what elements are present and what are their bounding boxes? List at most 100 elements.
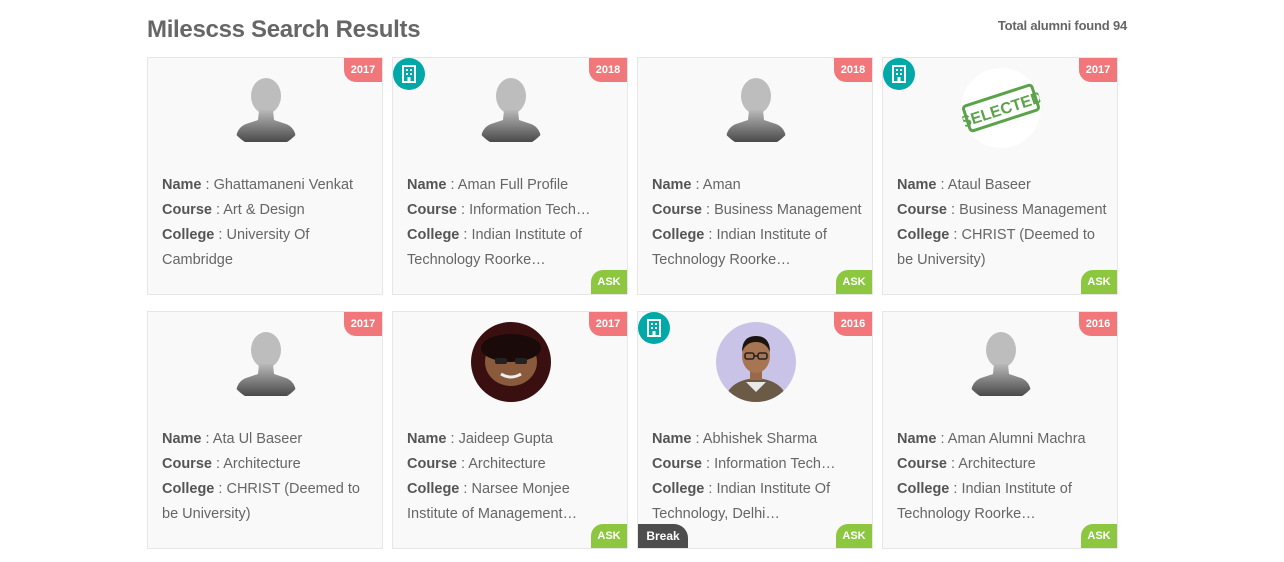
name-label: Name [407, 177, 447, 193]
college-label: College [407, 481, 460, 497]
college-label: College [897, 481, 950, 497]
label-separator: : [214, 227, 227, 243]
alumni-course: Information Tech… [714, 456, 836, 472]
college-line: College : Narsee Monjee [407, 477, 617, 502]
course-line: Course : Art & Design [162, 198, 372, 223]
default-user-icon[interactable] [226, 68, 306, 148]
alumni-name[interactable]: Ataul Baseer [948, 177, 1031, 193]
course-line: Course : Business Management [652, 198, 862, 223]
label-separator: : [456, 202, 470, 218]
alumni-course: Architecture [223, 456, 301, 472]
alumni-info: Name : Ghattamaneni Venkat Course : Art … [162, 173, 372, 273]
college-line: College : Indian Institute of [897, 477, 1107, 502]
ask-button[interactable]: ASK [591, 524, 627, 548]
label-separator: : [704, 227, 717, 243]
college-line: College : Indian Institute of [407, 223, 617, 248]
alumni-name[interactable]: Aman [703, 177, 741, 193]
year-badge: 2017 [589, 312, 627, 336]
college-label: College [162, 227, 215, 243]
college-line: College : University Of [162, 223, 372, 248]
ask-button[interactable]: ASK [836, 524, 872, 548]
alumni-card[interactable]: 2017 Name : Jaideep Gupta Course : Archi… [392, 311, 628, 549]
alumni-name[interactable]: Abhishek Sharma [703, 431, 817, 447]
year-badge: 2017 [1079, 58, 1117, 82]
college-line-2: Technology Roorke… [652, 252, 791, 268]
name-line: Name : Aman Full Profile [407, 173, 617, 198]
course-label: Course [652, 202, 702, 218]
label-separator: : [946, 456, 959, 472]
name-label: Name [162, 431, 202, 447]
selected-stamp-image[interactable]: SELECTED [961, 68, 1041, 148]
default-user-icon[interactable] [961, 322, 1041, 402]
college-line-2: Cambridge [162, 252, 233, 268]
name-label: Name [897, 431, 937, 447]
college-line-2: Technology Roorke… [897, 506, 1036, 522]
alumni-college: Indian Institute Of [716, 481, 831, 497]
label-separator: : [211, 456, 224, 472]
ask-button[interactable]: ASK [591, 270, 627, 294]
course-line: Course : Business Management [897, 198, 1107, 223]
label-separator: : [456, 456, 469, 472]
course-line: Course : Information Tech… [407, 198, 617, 223]
name-line: Name : Aman Alumni Machra [897, 427, 1107, 452]
label-separator: : [211, 202, 224, 218]
alumni-name[interactable]: Aman Full Profile [458, 177, 568, 193]
name-label: Name [652, 431, 692, 447]
profile-photo[interactable] [716, 322, 796, 402]
alumni-card[interactable]: 2018 Name : Aman Course : Business Manag… [637, 57, 873, 295]
default-user-icon[interactable] [471, 68, 551, 148]
name-line: Name : Ghattamaneni Venkat [162, 173, 372, 198]
ask-button[interactable]: ASK [1081, 524, 1117, 548]
ask-button[interactable]: ASK [836, 270, 872, 294]
default-user-icon[interactable] [226, 322, 306, 402]
alumni-card[interactable]: 2017 Name : Ata Ul Baseer Course : Archi… [147, 311, 383, 549]
alumni-college: CHRIST (Deemed to [226, 481, 360, 497]
label-separator: : [201, 431, 213, 447]
college-line-2: be University) [897, 252, 986, 268]
alumni-card[interactable]: SELECTED 2017 Name : Ataul Baseer Course… [882, 57, 1118, 295]
default-user-icon[interactable] [716, 68, 796, 148]
label-separator: : [704, 481, 717, 497]
course-label: Course [897, 202, 947, 218]
alumni-name[interactable]: Aman Alumni Machra [948, 431, 1086, 447]
college-label: College [162, 481, 215, 497]
course-label: Course [652, 456, 702, 472]
name-line: Name : Abhishek Sharma [652, 427, 862, 452]
label-separator: : [214, 481, 227, 497]
label-separator: : [459, 481, 472, 497]
ask-button[interactable]: ASK [1081, 270, 1117, 294]
college-line-2: be University) [162, 506, 251, 522]
college-line-2: Technology, Delhi… [652, 506, 780, 522]
alumni-card[interactable]: 2018 Name : Aman Full Profile Course : I… [392, 57, 628, 295]
building-icon[interactable] [883, 58, 915, 90]
building-icon[interactable] [393, 58, 425, 90]
alumni-course: Architecture [958, 456, 1036, 472]
label-separator: : [201, 177, 214, 193]
alumni-name[interactable]: Ghattamaneni Venkat [214, 177, 353, 193]
total-alumni-count: Total alumni found 94 [997, 18, 1127, 33]
course-line: Course : Information Tech… [652, 452, 862, 477]
college-label: College [407, 227, 460, 243]
alumni-name[interactable]: Ata Ul Baseer [213, 431, 302, 447]
label-separator: : [691, 431, 703, 447]
alumni-course: Architecture [468, 456, 546, 472]
alumni-info: Name : Ataul Baseer Course : Business Ma… [897, 173, 1107, 273]
name-line: Name : Ata Ul Baseer [162, 427, 372, 452]
alumni-card[interactable]: 2017 Name : Ghattamaneni Venkat Course :… [147, 57, 383, 295]
alumni-card[interactable]: 2016 Name : Aman Alumni Machra Course : … [882, 311, 1118, 549]
alumni-name[interactable]: Jaideep Gupta [459, 431, 553, 447]
college-line-2: Institute of Management… [407, 506, 578, 522]
college-line: College : CHRIST (Deemed to [162, 477, 372, 502]
profile-photo[interactable] [471, 322, 551, 402]
year-badge: 2018 [834, 58, 872, 82]
college-label: College [652, 481, 705, 497]
building-icon[interactable] [638, 312, 670, 344]
course-line: Course : Architecture [162, 452, 372, 477]
label-separator: : [701, 202, 715, 218]
course-line: Course : Architecture [407, 452, 617, 477]
name-label: Name [652, 177, 692, 193]
break-badge[interactable]: Break [638, 524, 688, 548]
year-badge: 2017 [344, 58, 382, 82]
alumni-card[interactable]: 2016 Name : Abhishek Sharma Course : Inf… [637, 311, 873, 549]
college-line: College : Indian Institute of [652, 223, 862, 248]
